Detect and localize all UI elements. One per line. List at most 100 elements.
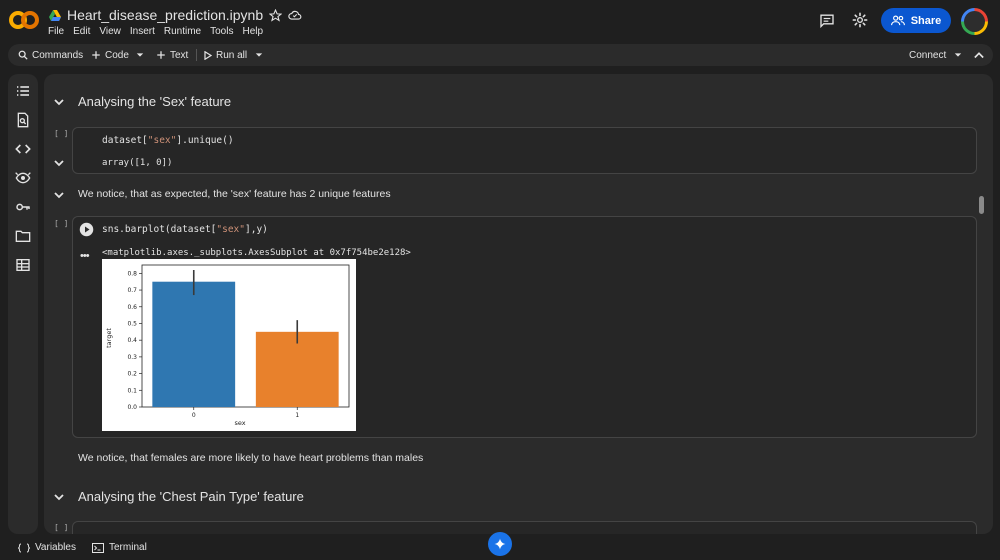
commands-label: Commands	[32, 49, 84, 61]
menu-runtime[interactable]: Runtime	[164, 26, 210, 37]
comment-button[interactable]	[817, 10, 837, 30]
menu-view[interactable]: View	[99, 26, 130, 37]
bar-chart: 0.00.10.20.30.40.50.60.70.8 01 sex targe…	[102, 259, 356, 431]
connect-dropdown[interactable]	[954, 44, 962, 66]
y-tick-label: 0.6	[127, 304, 137, 311]
side-rail	[8, 74, 38, 534]
share-label: Share	[910, 14, 942, 27]
folder-icon[interactable]	[15, 228, 31, 244]
section-heading-sex: Analysing the 'Sex' feature	[78, 94, 232, 109]
add-code-button[interactable]: Code	[91, 44, 129, 66]
cell-exec-count[interactable]: [ ]	[54, 219, 68, 228]
find-icon[interactable]	[15, 112, 31, 128]
markdown-text: We notice, that females are more likely …	[78, 452, 424, 464]
secrets-icon[interactable]	[15, 170, 31, 186]
toolbar-divider	[196, 49, 197, 61]
share-button[interactable]: Share	[881, 8, 951, 33]
table-icon[interactable]	[15, 257, 31, 273]
y-tick-label: 0.8	[127, 270, 137, 277]
toolbar: Commands Code Text Run all Connect	[8, 44, 993, 66]
avatar[interactable]	[961, 8, 988, 35]
add-code-label: Code	[105, 49, 129, 61]
cloud-icon[interactable]	[288, 9, 302, 21]
chevron-down-icon[interactable]	[54, 158, 64, 168]
menubar: File Edit View Insert Runtime Tools Help	[48, 26, 272, 37]
share-people-icon	[890, 15, 905, 26]
x-tick-label: 0	[192, 412, 196, 419]
add-code-dropdown[interactable]	[136, 44, 144, 66]
code-icon[interactable]	[15, 141, 31, 157]
settings-button[interactable]	[850, 10, 870, 30]
code-part: dataset[	[102, 135, 148, 146]
bar-0	[152, 281, 236, 407]
output-menu-icon[interactable]: •••	[80, 250, 90, 262]
cell-exec-count[interactable]: [ ]	[54, 129, 68, 138]
y-tick-label: 0.4	[127, 337, 137, 344]
terminal-label: Terminal	[109, 542, 147, 553]
y-axis-label: target	[105, 328, 113, 348]
menu-help[interactable]: Help	[242, 26, 272, 37]
run-all-button[interactable]: Run all	[204, 44, 247, 66]
code-part: sns.barplot(dataset[	[102, 224, 217, 235]
app-header: Heart_disease_prediction.ipynb File Edit…	[0, 0, 1000, 42]
notebook-title[interactable]: Heart_disease_prediction.ipynb	[67, 7, 263, 23]
code-cell-3[interactable]	[72, 521, 977, 534]
comment-icon	[820, 14, 834, 28]
terminal-button[interactable]: Terminal	[92, 542, 147, 553]
x-axis-label: sex	[234, 419, 245, 427]
chevron-down-icon[interactable]	[54, 492, 64, 502]
menu-insert[interactable]: Insert	[130, 26, 164, 37]
x-axis: 01	[192, 407, 299, 419]
y-tick-label: 0.5	[127, 320, 137, 327]
add-text-button[interactable]: Text	[156, 44, 188, 66]
notebook-area: Analysing the 'Sex' feature [ ] dataset[…	[44, 74, 993, 534]
scrollbar-thumb[interactable]	[979, 196, 984, 214]
code-line[interactable]: dataset["sex"].unique()	[102, 135, 234, 146]
key-icon[interactable]	[15, 199, 31, 215]
collapse-icon	[974, 52, 984, 59]
drive-icon[interactable]	[49, 9, 61, 21]
y-tick-label: 0.1	[127, 387, 137, 394]
menu-tools[interactable]: Tools	[210, 26, 242, 37]
connect-button[interactable]: Connect	[909, 44, 946, 66]
plus-icon	[157, 51, 165, 59]
code-string: "sex"	[147, 135, 177, 146]
star-icon[interactable]	[269, 8, 283, 22]
cell-exec-count[interactable]: [ ]	[54, 523, 68, 532]
gemini-button[interactable]	[488, 532, 512, 556]
file-title-row: Heart_disease_prediction.ipynb	[49, 6, 302, 24]
gemini-icon	[494, 538, 506, 550]
play-icon	[204, 50, 212, 60]
gear-icon	[852, 12, 868, 28]
code-part: ],y)	[245, 224, 268, 235]
plus-icon	[92, 51, 100, 59]
menu-edit[interactable]: Edit	[73, 26, 99, 37]
cell-output-text: <matplotlib.axes._subplots.AxesSubplot a…	[102, 248, 411, 258]
code-string: "sex"	[216, 224, 245, 235]
y-tick-label: 0.0	[127, 404, 137, 411]
variables-label: Variables	[35, 542, 76, 553]
variables-icon	[18, 543, 30, 552]
y-tick-label: 0.3	[127, 354, 137, 361]
collapse-toolbar-button[interactable]	[974, 44, 984, 66]
menu-file[interactable]: File	[48, 26, 73, 37]
variables-button[interactable]: Variables	[18, 542, 76, 553]
add-text-label: Text	[170, 49, 189, 61]
colab-logo-icon[interactable]	[9, 7, 39, 33]
run-all-dropdown[interactable]	[255, 44, 263, 66]
chevron-down-icon[interactable]	[54, 190, 64, 200]
code-line[interactable]: sns.barplot(dataset["sex"],y)	[102, 224, 268, 235]
commands-button[interactable]: Commands	[18, 44, 83, 66]
y-tick-label: 0.7	[127, 287, 137, 294]
code-part: ].unique()	[176, 135, 234, 146]
run-cell-button[interactable]	[79, 222, 94, 237]
x-tick-label: 1	[295, 412, 299, 419]
chevron-down-icon	[954, 53, 962, 57]
chevron-down-icon[interactable]	[54, 97, 64, 107]
code-cell-1[interactable]: dataset["sex"].unique() array([1, 0])	[72, 127, 977, 174]
terminal-icon	[92, 542, 104, 553]
chevron-down-icon	[136, 53, 144, 57]
toc-icon[interactable]	[15, 83, 31, 99]
avatar-inner	[964, 11, 985, 32]
y-axis: 0.0 0.1 0.2 0.3 0.4 0.5 0.6 0.7 0.8	[127, 270, 142, 411]
